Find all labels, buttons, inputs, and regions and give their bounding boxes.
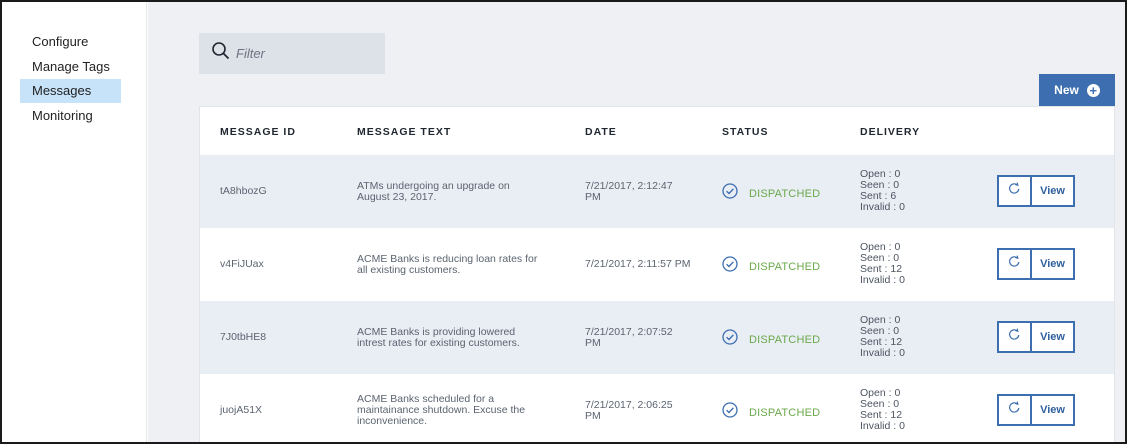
column-header-status[interactable]: STATUS [722,126,768,138]
resend-button[interactable] [997,175,1032,207]
refresh-icon [1008,255,1021,273]
row-actions: View [997,175,1075,207]
table-row: v4FiJUax ACME Banks is reducing loan rat… [200,228,1114,301]
app-frame: Configure Manage Tags Messages Monitorin… [0,0,1127,444]
table-row: juojA51X ACME Banks scheduled for a main… [200,374,1114,442]
sidebar-item-messages[interactable]: Messages [20,79,121,103]
message-date: 7/21/2017, 2:11:57 PM [585,258,691,270]
table-row: tA8hbozG ATMs undergoing an upgrade on A… [200,155,1114,228]
view-button[interactable]: View [1032,248,1075,280]
sidebar-item-configure[interactable]: Configure [20,30,121,54]
search-icon [211,41,231,66]
column-header-message-text[interactable]: MESSAGE TEXT [357,126,451,138]
status-text: DISPATCHED [749,187,821,200]
message-date: 7/21/2017, 2:07:52 PM [585,326,673,349]
message-id: tA8hbozG [220,185,267,197]
delivery-stats: Open : 0 Seen : 0 Sent : 12 Invalid : 0 [860,387,905,432]
status-text: DISPATCHED [749,260,821,273]
delivery-stats: Open : 0 Seen : 0 Sent : 12 Invalid : 0 [860,241,905,286]
plus-circle-icon: + [1086,83,1100,97]
new-message-button[interactable]: New + [1039,74,1115,106]
check-circle-icon [722,183,738,204]
message-text: ACME Banks is providing lowered intrest … [357,326,520,349]
sidebar: Configure Manage Tags Messages Monitorin… [2,2,147,442]
column-header-message-id[interactable]: MESSAGE ID [220,126,296,138]
check-circle-icon [722,402,738,423]
sidebar-item-monitoring[interactable]: Monitoring [20,104,121,128]
column-header-delivery[interactable]: DELIVERY [860,126,920,138]
refresh-icon [1008,182,1021,200]
status-text: DISPATCHED [749,333,821,346]
column-header-date[interactable]: DATE [585,126,617,138]
messages-table: MESSAGE ID MESSAGE TEXT DATE STATUS DELI… [199,106,1115,442]
check-circle-icon [722,329,738,350]
refresh-icon [1008,328,1021,346]
check-circle-icon [722,256,738,277]
message-date: 7/21/2017, 2:12:47 PM [585,180,673,203]
message-id: v4FiJUax [220,258,264,270]
table-row: 7J0tbHE8 ACME Banks is providing lowered… [200,301,1114,374]
message-text: ACME Banks is reducing loan rates for al… [357,253,538,276]
message-id: 7J0tbHE8 [220,331,267,343]
resend-button[interactable] [997,321,1032,353]
filter-box[interactable] [199,33,385,74]
status-badge: DISPATCHED [722,329,820,350]
row-actions: View [997,321,1075,353]
view-button[interactable]: View [1032,321,1075,353]
status-badge: DISPATCHED [722,183,820,204]
main-content: New + MESSAGE ID MESSAGE TEXT DATE STATU… [148,2,1125,442]
resend-button[interactable] [997,248,1032,280]
message-text: ACME Banks scheduled for a maintainance … [357,393,526,427]
row-actions: View [997,248,1075,280]
message-id: juojA51X [220,404,263,416]
status-text: DISPATCHED [749,406,821,419]
status-badge: DISPATCHED [722,402,820,423]
message-text: ATMs undergoing an upgrade on August 23,… [357,180,510,203]
resend-button[interactable] [997,394,1032,426]
view-button[interactable]: View [1032,394,1075,426]
refresh-icon [1008,401,1021,419]
delivery-stats: Open : 0 Seen : 0 Sent : 6 Invalid : 0 [860,168,905,213]
status-badge: DISPATCHED [722,256,820,277]
row-actions: View [997,394,1075,426]
new-button-label: New [1054,83,1079,97]
message-date: 7/21/2017, 2:06:25 PM [585,399,673,422]
filter-input[interactable] [236,46,376,61]
sidebar-item-manage-tags[interactable]: Manage Tags [20,55,121,79]
view-button[interactable]: View [1032,175,1075,207]
delivery-stats: Open : 0 Seen : 0 Sent : 12 Invalid : 0 [860,314,905,359]
